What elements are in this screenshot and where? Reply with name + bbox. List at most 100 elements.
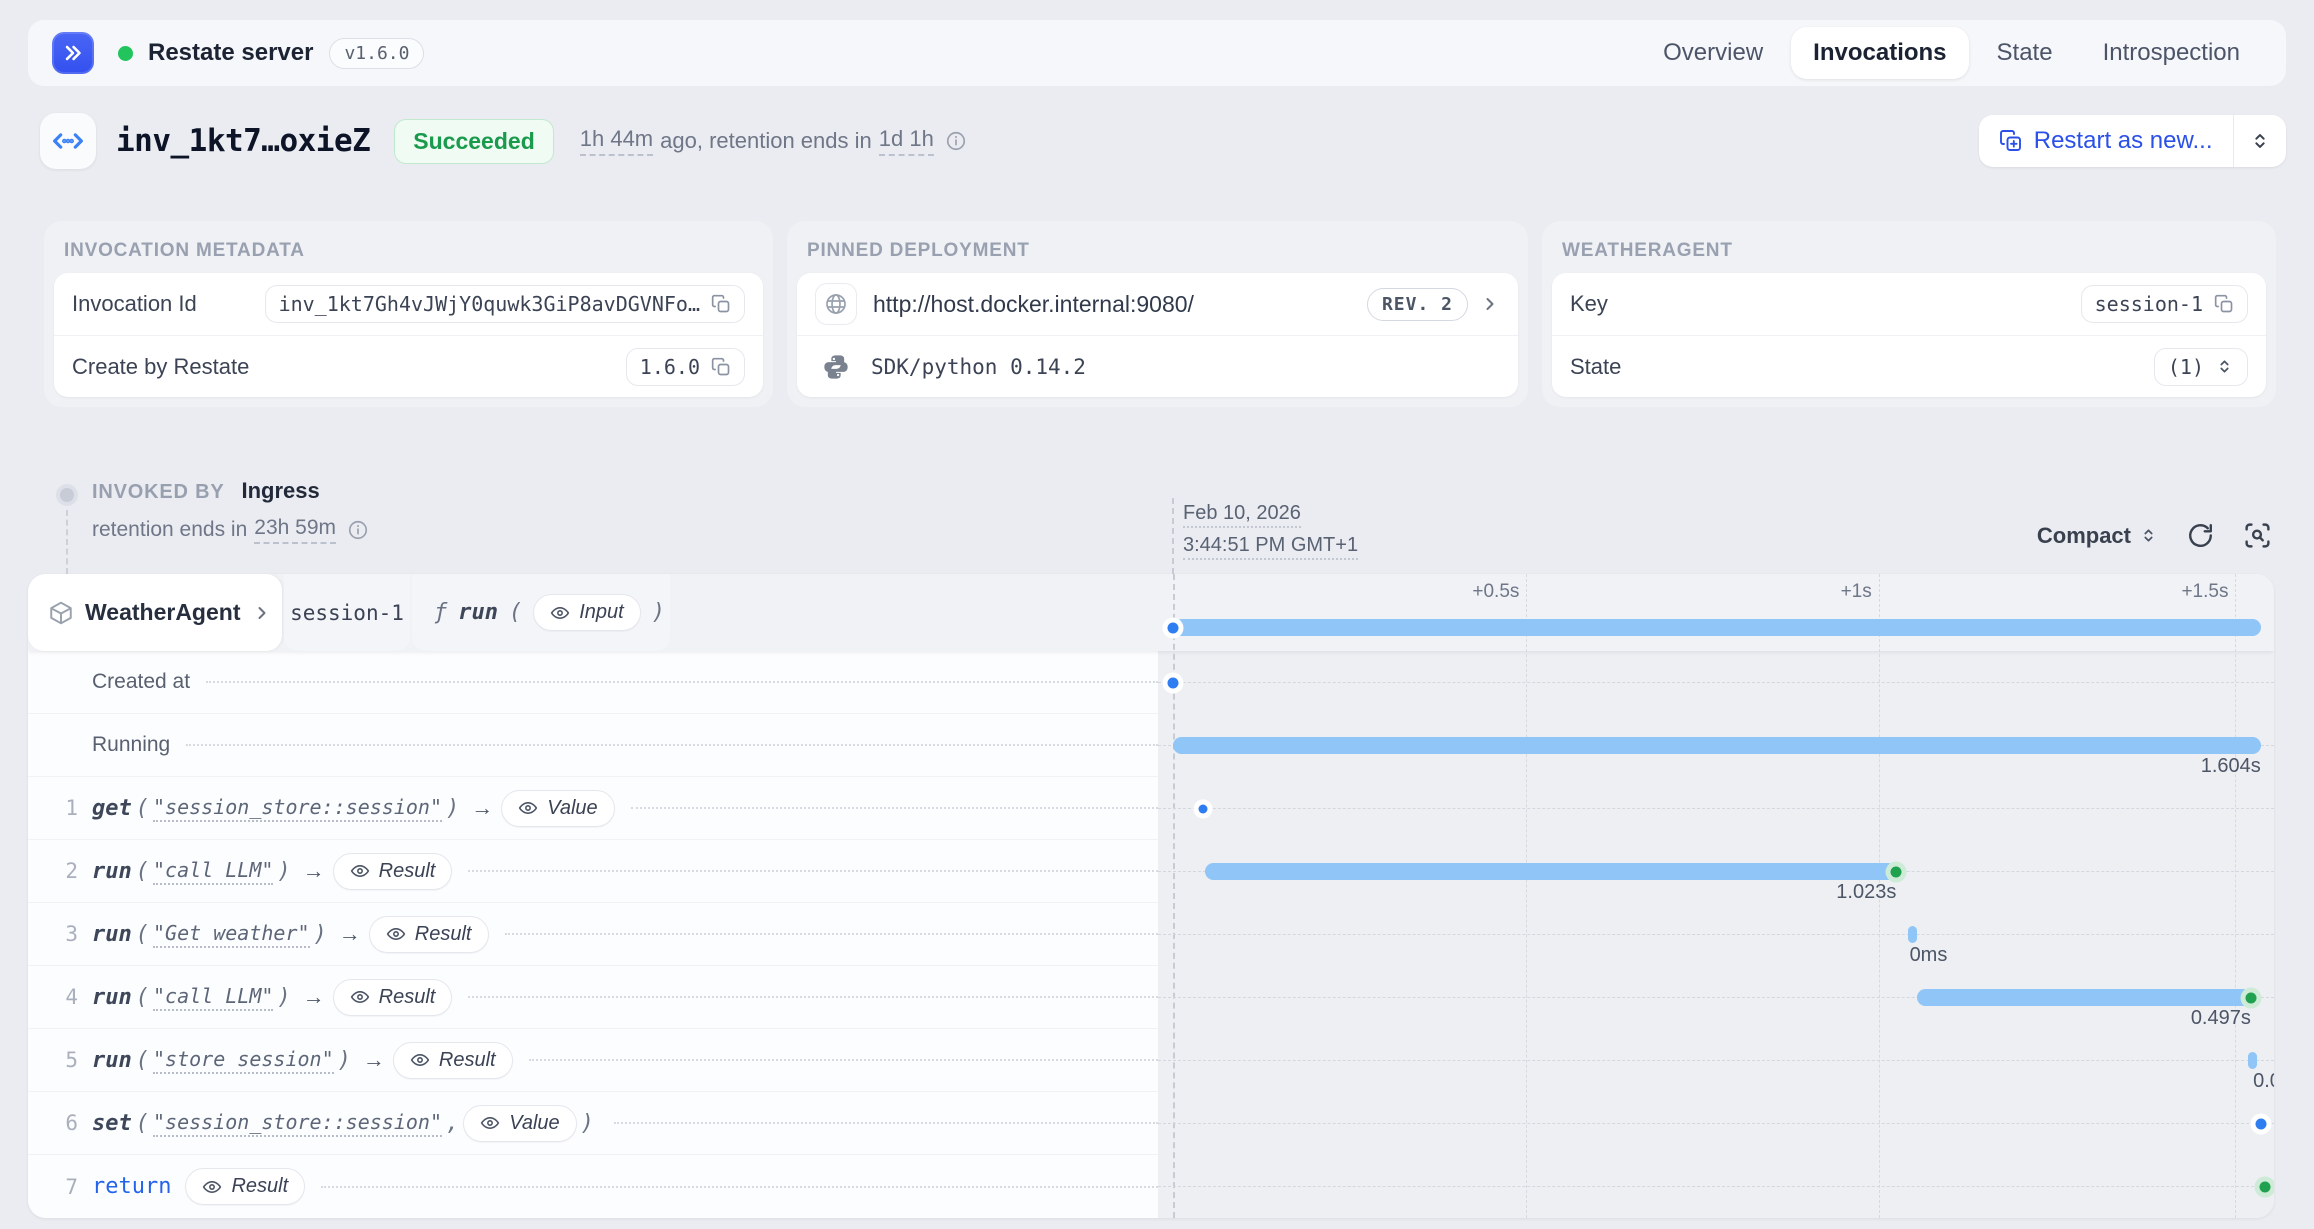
server-status-dot (118, 46, 133, 61)
journal-header-row: WeatherAgent session-1 ƒ run ( Input ) (28, 574, 2274, 651)
density-label: Compact (2037, 523, 2131, 549)
invocation-id-value[interactable]: inv_1kt7Gh4vJWjY0quwk3GiP8avDGVNFo… (265, 285, 745, 323)
journal-entries: Created at Running 1 get ( "session_stor… (28, 651, 1158, 1218)
info-icon[interactable] (945, 130, 967, 152)
info-icon[interactable] (347, 519, 369, 541)
result-pill[interactable]: Result (393, 1042, 513, 1079)
open-paren: ( (136, 985, 149, 1010)
invoked-by-label: INVOKED BY (92, 481, 224, 504)
service-key-tab[interactable]: session-1 (284, 574, 410, 651)
invoked-by-connector (66, 510, 68, 574)
value-pill[interactable]: Value (463, 1105, 576, 1142)
open-paren: ( (136, 1048, 149, 1073)
timeline-controls: Compact (2037, 521, 2272, 550)
restate-version-value[interactable]: 1.6.0 (626, 348, 745, 386)
tab-introspection[interactable]: Introspection (2081, 27, 2262, 79)
value-pill[interactable]: Value (501, 790, 614, 827)
copy-plus-icon (1999, 129, 2023, 153)
service-tab[interactable]: WeatherAgent (28, 574, 282, 651)
card-title: PINNED DEPLOYMENT (807, 240, 1508, 262)
eye-icon (202, 1177, 222, 1197)
handler-name: run (458, 600, 498, 625)
journal-row-created-at: Created at (28, 651, 1158, 714)
invocation-retention: 1d 1h (879, 126, 934, 156)
python-icon (822, 353, 850, 381)
tab-overview[interactable]: Overview (1641, 27, 1785, 79)
restart-as-new-button[interactable]: Restart as new... (1979, 115, 2233, 167)
result-pill[interactable]: Result (369, 916, 489, 953)
scan-search-icon[interactable] (2243, 521, 2272, 550)
tab-state[interactable]: State (1975, 27, 2075, 79)
result-pill[interactable]: Result (185, 1168, 305, 1205)
entry-arg[interactable]: "store session" (153, 1047, 334, 1074)
value-text: (1) (2168, 355, 2204, 379)
journal-row-run-1: 2 run ( "call LLM" ) → Result (28, 840, 1158, 903)
copy-icon[interactable] (2214, 294, 2234, 314)
entry-keyword: run (92, 985, 132, 1010)
service-key-value[interactable]: session-1 (2081, 285, 2248, 323)
input-pill-label: Input (579, 601, 623, 624)
entry-index: 5 (54, 1048, 78, 1072)
timeline-time: 3:44:51 PM GMT+1 (1183, 535, 1358, 560)
invocation-age: 1h 44m (580, 126, 653, 156)
row-endpoint[interactable]: http://host.docker.internal:9080/ REV. 2 (797, 273, 1518, 335)
chevron-right-icon[interactable] (1480, 294, 1500, 314)
refresh-icon[interactable] (2186, 521, 2215, 550)
eye-icon (386, 924, 406, 944)
card-invocation-metadata: INVOCATION METADATA Invocation Id inv_1k… (44, 221, 773, 407)
leader-line (529, 1059, 1158, 1061)
copy-icon[interactable] (711, 294, 731, 314)
entry-index: 6 (54, 1111, 78, 1135)
card-list: http://host.docker.internal:9080/ REV. 2… (797, 273, 1518, 397)
arrow: → (339, 921, 361, 947)
value-text: session-1 (2095, 292, 2203, 316)
arrow: → (363, 1047, 385, 1073)
pill-label: Value (509, 1112, 559, 1135)
entry-arg[interactable]: "call LLM" (153, 858, 273, 885)
arrow: → (303, 984, 325, 1010)
row-state: State (1) (1552, 335, 2266, 397)
restart-split-button: Restart as new... (1979, 115, 2286, 167)
eye-icon (410, 1050, 430, 1070)
app-header: Restate server v1.6.0 Overview Invocatio… (28, 20, 2286, 86)
result-pill[interactable]: Result (333, 979, 453, 1016)
value-text: 1.6.0 (640, 355, 700, 379)
restart-options-caret[interactable] (2234, 115, 2286, 167)
journal-row-get: 1 get ( "session_store::session" ) → Val… (28, 777, 1158, 840)
close-paren: ) (277, 859, 290, 884)
invoked-by-source: Ingress (241, 478, 319, 504)
input-pill[interactable]: Input (533, 594, 640, 631)
density-selector[interactable]: Compact (2037, 523, 2158, 549)
journal-row-return: 7 return Result (28, 1155, 1158, 1218)
entry-arg[interactable]: "session_store::session" (153, 1110, 442, 1137)
entry-keyword: run (92, 1048, 132, 1073)
journal-row-run-2: 3 run ( "Get weather" ) → Result (28, 903, 1158, 966)
eye-icon (550, 603, 570, 623)
leader-line (631, 807, 1158, 809)
revision-badge: REV. 2 (1367, 288, 1468, 321)
entry-arg[interactable]: "Get weather" (153, 921, 310, 948)
restate-logo-icon (52, 32, 94, 74)
entry-keyword: run (92, 859, 132, 884)
entry-keyword: run (92, 922, 132, 947)
entry-keyword: get (92, 796, 132, 821)
entry-arg[interactable]: "call LLM" (153, 984, 273, 1011)
card-list: Invocation Id inv_1kt7Gh4vJWjY0quwk3GiP8… (54, 273, 763, 397)
row-invocation-id: Invocation Id inv_1kt7Gh4vJWjY0quwk3GiP8… (54, 273, 763, 335)
tab-invocations[interactable]: Invocations (1791, 27, 1968, 79)
service-name: WeatherAgent (85, 599, 241, 626)
card-title: INVOCATION METADATA (64, 240, 753, 262)
journal-row-run-3: 4 run ( "call LLM" ) → Result (28, 966, 1158, 1029)
state-selector[interactable]: (1) (2154, 348, 2248, 386)
entry-index: 1 (54, 796, 78, 820)
row-label: Invocation Id (72, 291, 197, 317)
close-paren: ) (446, 796, 459, 821)
eye-icon (350, 861, 370, 881)
result-pill[interactable]: Result (333, 853, 453, 890)
copy-icon[interactable] (711, 357, 731, 377)
card-title: WEATHERAGENT (1562, 240, 2256, 262)
entry-index: 2 (54, 859, 78, 883)
entry-arg[interactable]: "session_store::session" (153, 795, 442, 822)
card-weatheragent: WEATHERAGENT Key session-1 State (1) (1542, 221, 2276, 407)
handler-tab[interactable]: ƒ run ( Input ) (412, 574, 670, 651)
